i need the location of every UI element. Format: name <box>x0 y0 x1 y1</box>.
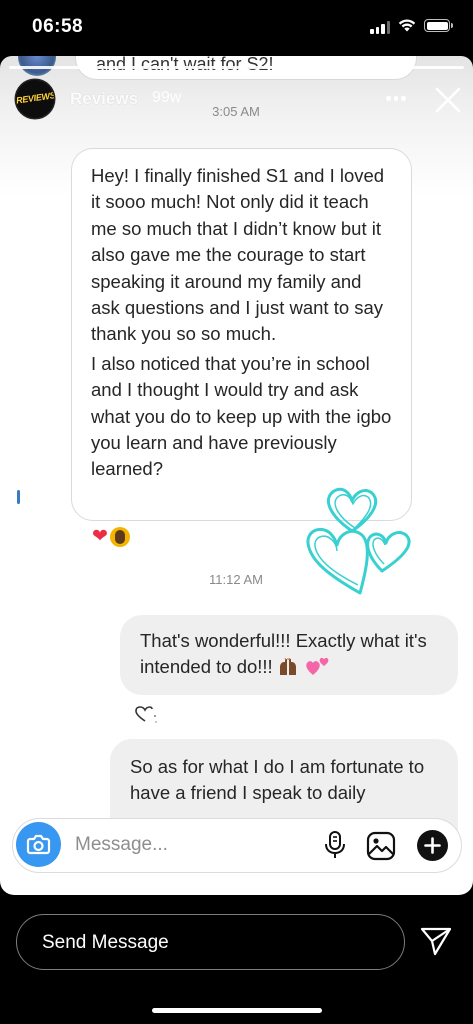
person-reaction-icon <box>109 527 130 547</box>
story-avatar[interactable]: REVIEWS <box>16 80 54 118</box>
like-heart-icon[interactable] <box>134 704 158 724</box>
camera-button[interactable] <box>16 822 61 867</box>
send-message-placeholder: Send Message <box>42 932 169 953</box>
battery-icon <box>424 19 453 32</box>
microphone-icon[interactable] <box>323 830 347 860</box>
raised-hands-icon <box>279 658 296 676</box>
outgoing-message-bubble: That's wonderful!!! Exactly what it's in… <box>120 615 458 695</box>
wifi-icon <box>398 19 416 32</box>
message-paragraph: Hey! I finally finished S1 and I loved i… <box>91 165 385 345</box>
camera-icon <box>26 834 51 855</box>
hearts-doodle-sticker <box>306 487 411 595</box>
status-bar: 06:58 <box>0 0 473 56</box>
message-reactions[interactable]: ❤ <box>92 527 130 547</box>
plus-icon <box>424 837 441 854</box>
story-age: 99w <box>152 89 182 106</box>
avatar-logo-text: REVIEWS <box>16 90 54 106</box>
message-text: So as for what I do I am fortunate to ha… <box>130 756 425 804</box>
story-card: and I can't wait for S2! REVIEWS Reviews… <box>0 56 473 895</box>
home-indicator <box>152 1008 322 1013</box>
share-send-icon[interactable] <box>419 925 453 957</box>
story-username[interactable]: Reviews <box>70 89 138 109</box>
incoming-message-bubble: Hey! I finally finished S1 and I loved i… <box>71 148 412 521</box>
gallery-icon[interactable] <box>366 831 396 861</box>
status-time: 06:58 <box>32 16 84 37</box>
message-paragraph: I also noticed that you’re in school and… <box>91 352 392 480</box>
two-hearts-icon <box>305 658 329 676</box>
story-progress-bar <box>9 66 464 69</box>
message-composer <box>12 818 462 873</box>
timestamp: 11:12 AM <box>209 572 263 587</box>
send-message-field[interactable]: Send Message <box>16 914 405 970</box>
cropped-mark <box>17 490 20 504</box>
signal-icon <box>370 21 390 34</box>
close-icon[interactable] <box>432 84 464 116</box>
timestamp: 3:05 AM <box>212 104 260 119</box>
more-options-icon[interactable] <box>386 96 406 101</box>
message-input[interactable] <box>75 833 295 857</box>
red-heart-reaction-icon: ❤ <box>92 526 108 547</box>
add-button[interactable] <box>417 830 448 861</box>
